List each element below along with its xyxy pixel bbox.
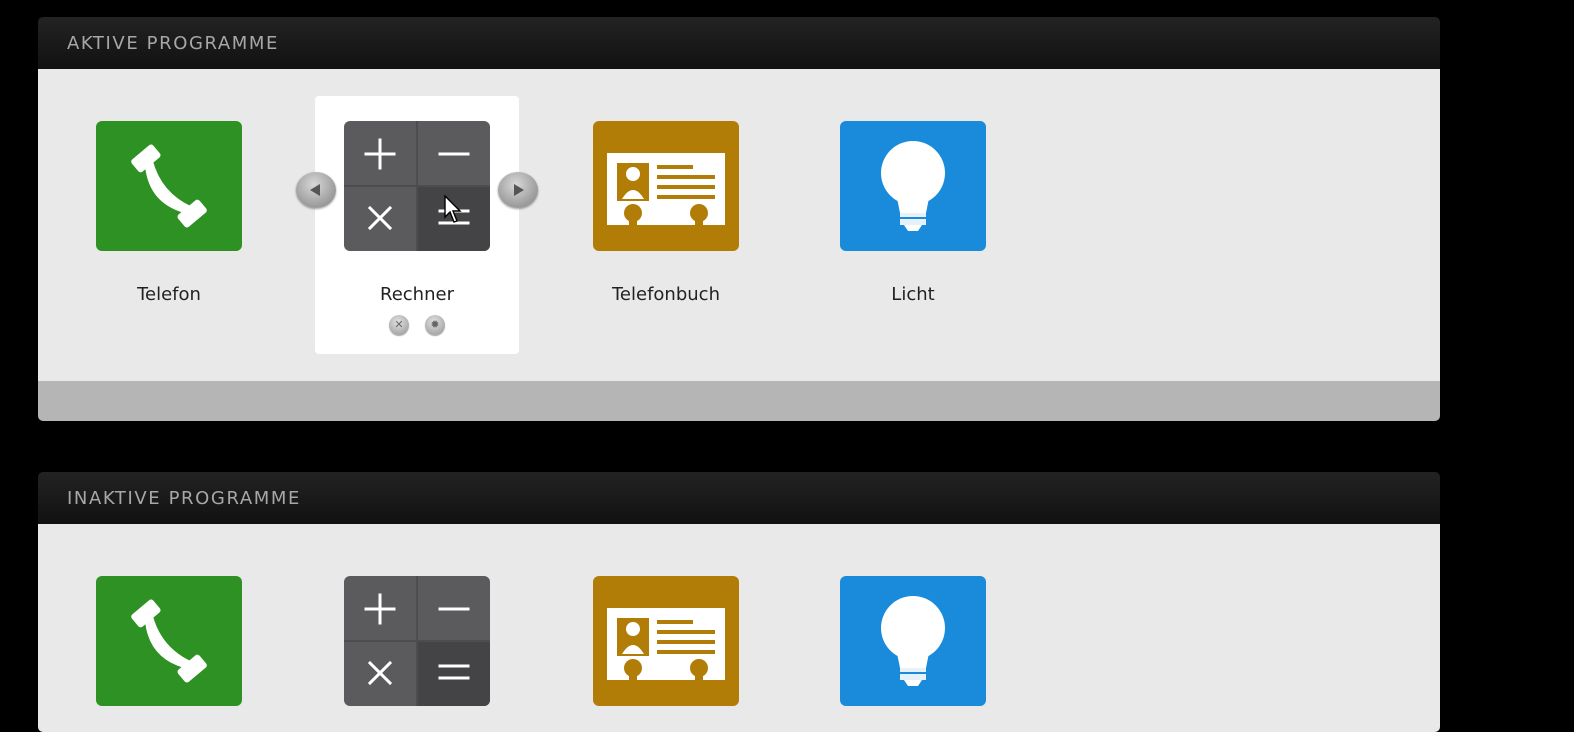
app-telefon[interactable]: Telefon [96, 121, 242, 305]
inactive-app-telefonbuch[interactable] [593, 576, 739, 706]
inactive-app-licht[interactable] [840, 576, 986, 706]
inactive-app-rechner[interactable] [344, 576, 490, 706]
calculator-icon[interactable] [344, 121, 490, 251]
calculator-icon[interactable] [344, 576, 490, 706]
active-programs-header: AKTIVE PROGRAMME [38, 17, 1440, 69]
settings-button[interactable]: ✹ [425, 315, 445, 335]
inactive-programs-panel: INAKTIVE PROGRAMME [38, 472, 1440, 732]
app-label-telefonbuch: Telefonbuch [612, 284, 720, 305]
contact-card-icon[interactable] [593, 576, 739, 706]
active-programs-body: Telefon Rechner ✕ ✹ Telefonbuch Licht [38, 69, 1440, 381]
app-licht[interactable]: Licht [840, 121, 986, 305]
app-telefonbuch[interactable]: Telefonbuch [593, 121, 739, 305]
active-programs-footer [38, 381, 1440, 421]
move-right-button[interactable] [498, 172, 538, 208]
lightbulb-icon[interactable] [840, 576, 986, 706]
move-left-button[interactable] [296, 172, 336, 208]
close-icon: ✕ [394, 318, 404, 331]
inactive-app-telefon[interactable] [96, 576, 242, 706]
arrow-left-icon [310, 184, 320, 196]
contact-card-icon[interactable] [593, 121, 739, 251]
phone-icon[interactable] [96, 576, 242, 706]
arrow-right-icon [514, 184, 524, 196]
phone-icon[interactable] [96, 121, 242, 251]
app-label-rechner: Rechner [380, 284, 454, 305]
mouse-cursor-icon [444, 195, 462, 223]
inactive-programs-body [38, 524, 1440, 732]
gear-icon: ✹ [430, 318, 440, 331]
app-rechner[interactable]: Rechner [344, 121, 490, 305]
lightbulb-icon[interactable] [840, 121, 986, 251]
inactive-programs-header: INAKTIVE PROGRAMME [38, 472, 1440, 524]
app-label-telefon: Telefon [137, 284, 201, 305]
active-programs-panel: AKTIVE PROGRAMME Telefon Rechner ✕ ✹ Tel… [38, 17, 1440, 421]
close-button[interactable]: ✕ [389, 315, 409, 335]
app-label-licht: Licht [891, 284, 935, 305]
